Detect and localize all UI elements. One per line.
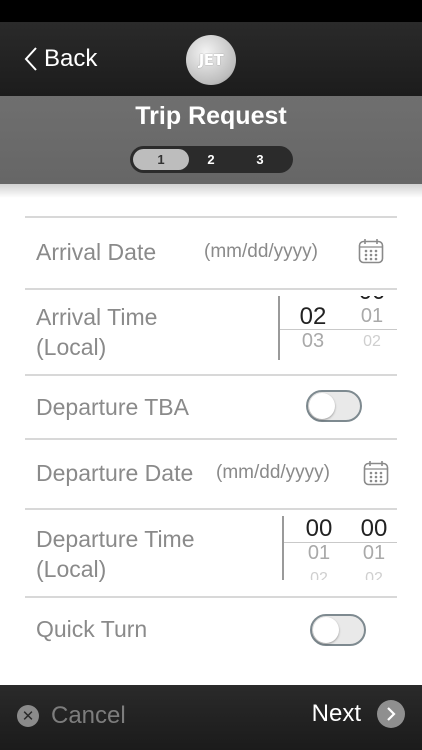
departure-date-label: Departure Date	[36, 460, 194, 486]
step-2[interactable]: 2	[183, 149, 239, 170]
quick-turn-row: Quick Turn	[25, 596, 397, 666]
arrival-hour-wheel[interactable]: 01 02 03 04	[288, 296, 338, 360]
arrival-time-picker[interactable]: 01 02 03 04 00 01 02	[278, 296, 397, 360]
title-bar: Trip Request 1 2 3	[0, 96, 422, 184]
departure-time-label-line1: Departure Time	[36, 526, 195, 552]
title-shadow	[0, 184, 422, 198]
arrival-time-label-line1: Arrival Time	[36, 304, 158, 330]
hour-option: 04	[288, 354, 338, 360]
logo-text: JET	[198, 51, 224, 69]
arrival-time-label-line2: (Local)	[36, 334, 107, 360]
jet-logo: JET	[186, 35, 236, 85]
departure-tba-row: Departure TBA	[25, 374, 397, 438]
minute-option: 01	[360, 305, 384, 327]
arrival-time-row: Arrival Time (Local) 01 02 03 04 00 01 0…	[25, 288, 397, 374]
hour-selected: 02	[299, 303, 327, 330]
minute-selected: 00	[360, 516, 388, 542]
arrival-date-field[interactable]: (mm/dd/yyyy)	[204, 241, 318, 263]
minute-option: 01	[362, 542, 386, 564]
cancel-button[interactable]: ✕ Cancel	[17, 702, 126, 730]
cancel-label: Cancel	[51, 702, 126, 729]
departure-time-label-line2: (Local)	[36, 556, 107, 582]
navigation-bar: Back JET	[0, 22, 422, 96]
calendar-icon[interactable]	[358, 238, 384, 264]
toggle-knob	[309, 393, 335, 419]
quick-turn-label: Quick Turn	[36, 616, 148, 642]
hour-option: 03	[301, 330, 325, 352]
departure-date-field[interactable]: (mm/dd/yyyy)	[216, 462, 330, 484]
step-indicator: 1 2 3	[130, 146, 293, 173]
calendar-icon[interactable]	[363, 460, 389, 486]
chevron-right-icon	[377, 700, 405, 728]
minute-option: 02	[365, 570, 383, 580]
departure-time-picker[interactable]: 00 01 02 00 01 02	[282, 516, 397, 580]
back-button[interactable]: Back	[24, 44, 97, 74]
next-button[interactable]: Next	[312, 700, 405, 728]
hour-selected: 00	[305, 516, 333, 542]
next-label: Next	[311, 700, 361, 727]
minute-selected: 00	[347, 296, 397, 304]
step-1[interactable]: 1	[133, 149, 189, 170]
arrival-date-label: Arrival Date	[36, 239, 157, 265]
quick-turn-toggle[interactable]	[310, 614, 366, 646]
arrival-date-row[interactable]: Arrival Date (mm/dd/yyyy)	[25, 216, 397, 288]
step-3[interactable]: 3	[232, 149, 288, 170]
departure-minute-wheel[interactable]: 00 01 02	[349, 516, 397, 580]
departure-hour-wheel[interactable]: 00 01 02	[294, 516, 344, 580]
arrival-minute-wheel[interactable]: 00 01 02	[347, 296, 397, 354]
departure-tba-label: Departure TBA	[36, 394, 189, 420]
back-label: Back	[44, 45, 98, 72]
departure-date-row[interactable]: Departure Date (mm/dd/yyyy)	[25, 438, 397, 508]
chevron-left-icon	[24, 47, 37, 71]
minute-option: 02	[363, 333, 381, 350]
footer-toolbar: ✕ Cancel Next	[0, 685, 422, 750]
departure-time-row: Departure Time (Local) 00 01 02 00 01 02	[25, 508, 397, 596]
close-icon: ✕	[17, 705, 39, 727]
status-bar	[0, 0, 422, 22]
hour-option: 02	[310, 570, 328, 580]
toggle-knob	[313, 617, 339, 643]
departure-tba-toggle[interactable]	[306, 390, 362, 422]
hour-option: 01	[307, 542, 331, 564]
page-title: Trip Request	[135, 102, 287, 130]
